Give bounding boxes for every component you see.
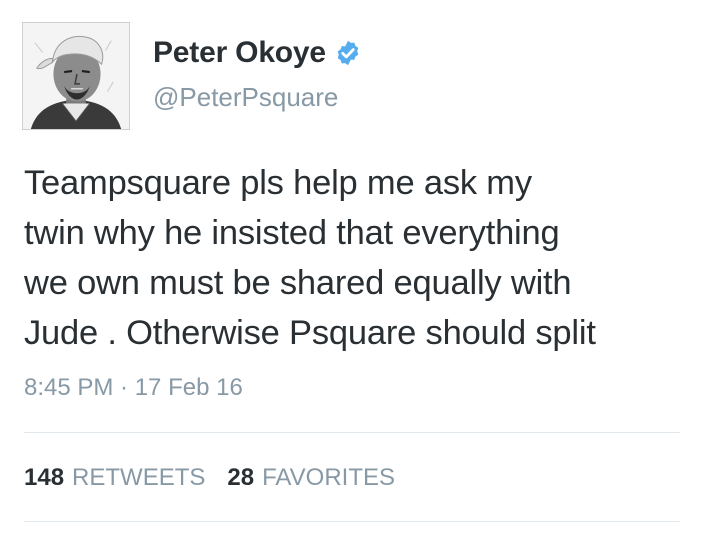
- avatar[interactable]: [22, 22, 130, 130]
- divider: [24, 432, 680, 433]
- favorites-count: 28: [227, 464, 255, 491]
- tweet-stats: 148 RETWEETS 28 FAVORITES: [24, 466, 395, 490]
- avatar-sketch-image: [23, 23, 129, 129]
- retweets-stat[interactable]: 148 RETWEETS: [24, 466, 205, 490]
- favorites-label: FAVORITES: [262, 464, 396, 491]
- verified-badge-icon: [334, 39, 362, 67]
- author-display-name[interactable]: Peter Okoye: [153, 38, 326, 68]
- tweet-text-line: Teampsquare pls help me ask my: [24, 164, 532, 202]
- author-handle[interactable]: @PeterPsquare: [153, 84, 338, 110]
- favorites-stat[interactable]: 28 FAVORITES: [227, 466, 395, 490]
- retweets-count: 148: [24, 464, 65, 491]
- tweet-text: Teampsquare pls help me ask my twin why …: [24, 158, 696, 358]
- tweet-timestamp[interactable]: 8:45 PM · 17 Feb 16: [24, 376, 243, 400]
- retweets-label: RETWEETS: [72, 464, 206, 491]
- divider: [24, 521, 680, 522]
- tweet-text-line: we own must be shared equally with: [24, 264, 572, 302]
- tweet-text-line: Jude . Otherwise Psquare should split: [24, 314, 596, 352]
- author-name-row: Peter Okoye: [153, 38, 362, 68]
- tweet-text-line: twin why he insisted that everything: [24, 214, 560, 252]
